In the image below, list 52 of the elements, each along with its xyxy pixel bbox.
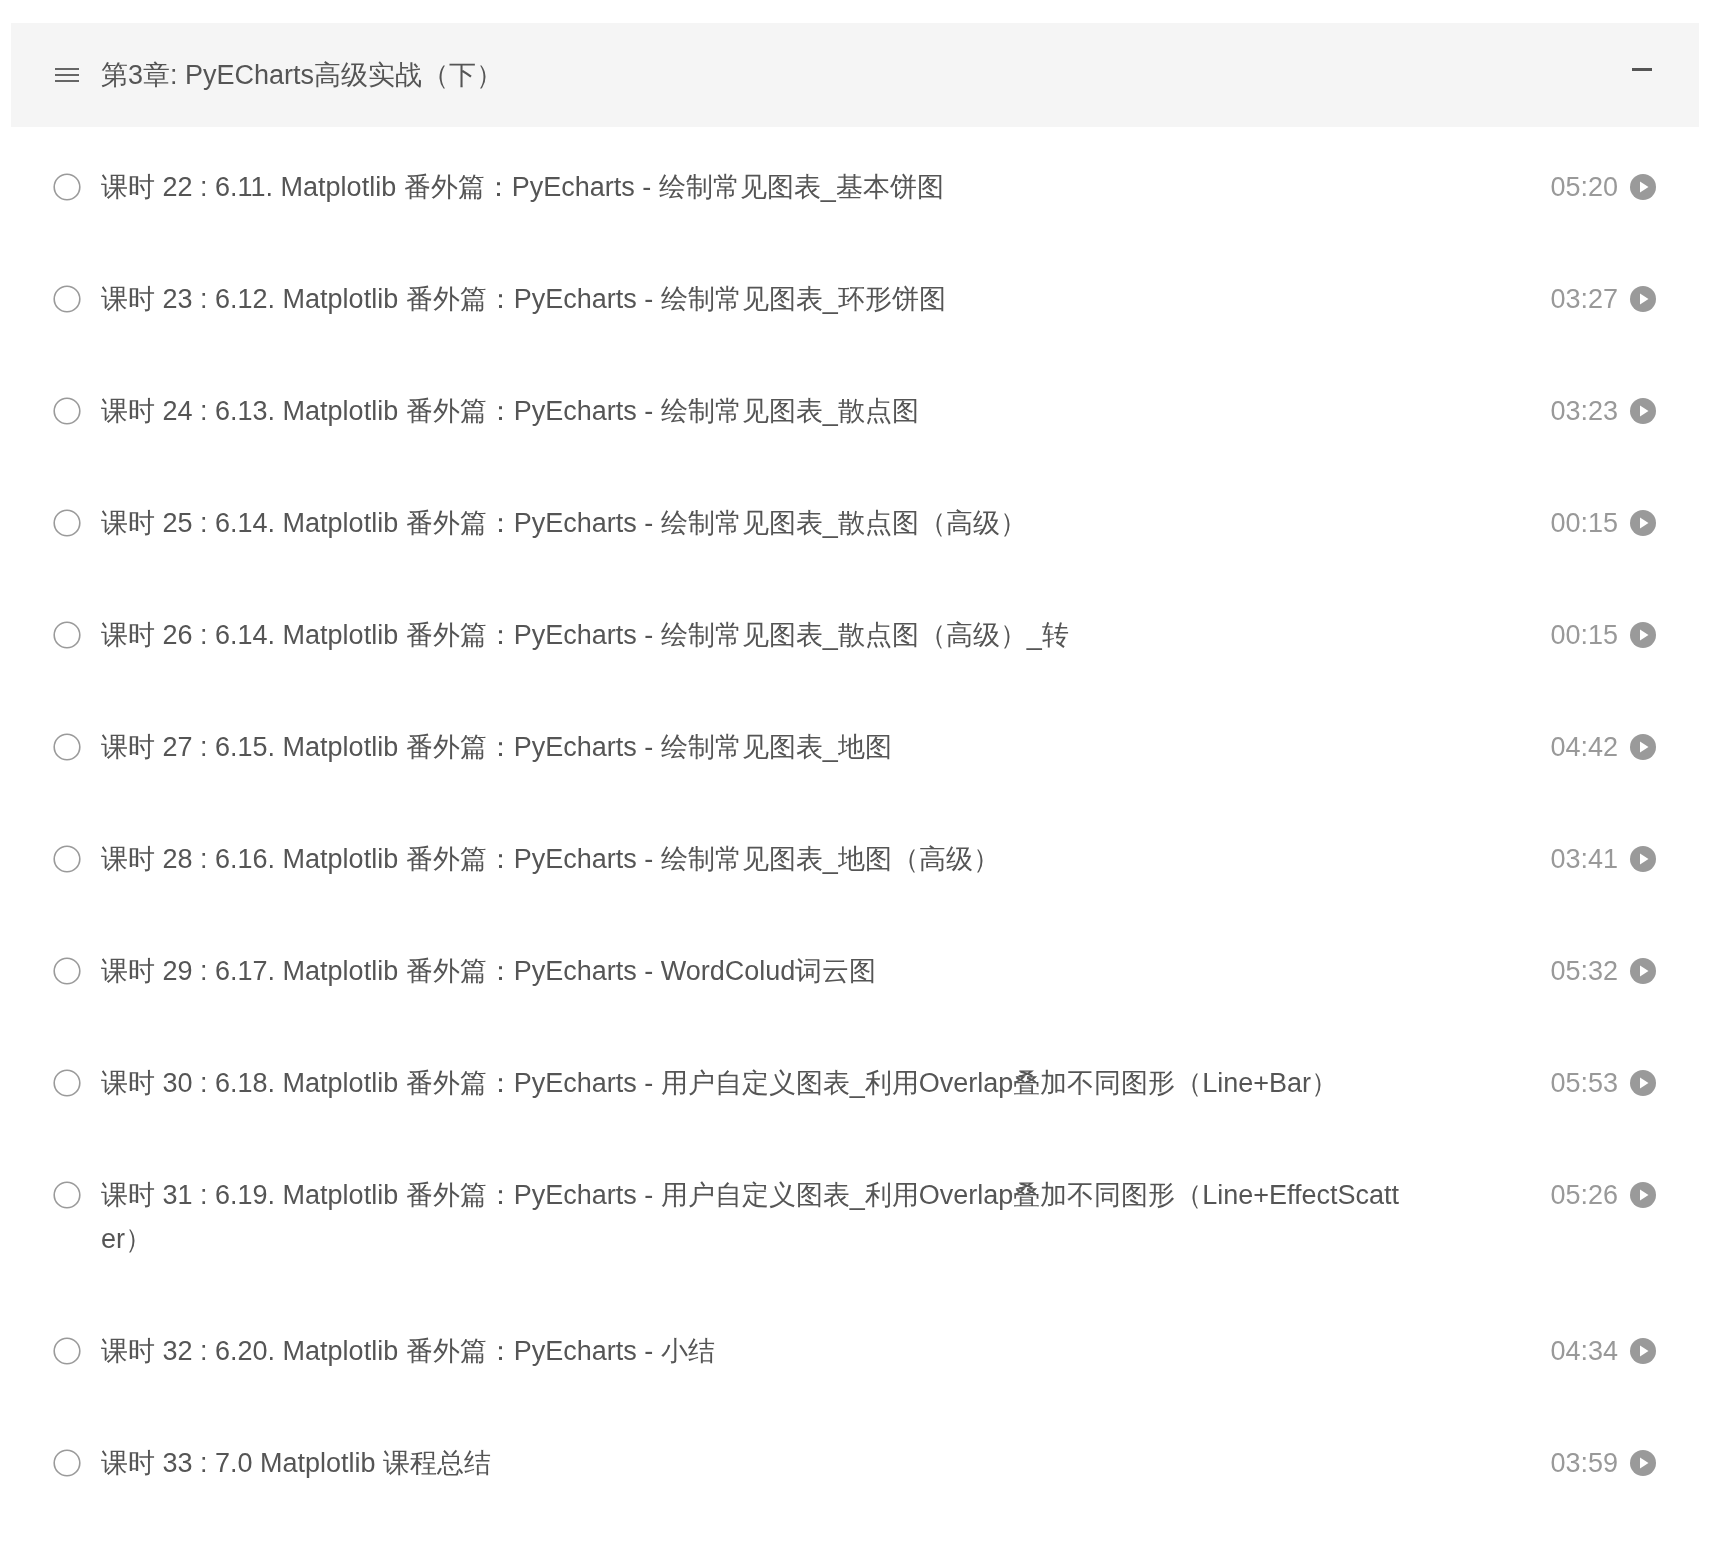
play-icon[interactable] xyxy=(1630,286,1656,312)
lesson-duration: 05:20 xyxy=(1550,171,1618,204)
lesson-duration: 03:59 xyxy=(1550,1447,1618,1480)
play-icon[interactable] xyxy=(1630,1070,1656,1096)
lesson-duration: 03:23 xyxy=(1550,395,1618,428)
play-icon[interactable] xyxy=(1630,510,1656,536)
lesson-title: 课时 28 : 6.16. Matplotlib 番外篇：PyEcharts - 绘制常见图表_地图（高级） xyxy=(101,843,1001,876)
lesson-duration: 04:34 xyxy=(1550,1335,1618,1368)
lesson-title: 课时 33 : 7.0 Matplotlib 课程总结 xyxy=(101,1447,493,1480)
lesson-title: 课时 23 : 6.12. Matplotlib 番外篇：PyEcharts - 绘制常见图表_环形饼图 xyxy=(101,283,947,316)
lesson-row[interactable]: 课时 31 : 6.19. Matplotlib 番外篇：PyEcharts - 用户自定义图表_利用Overlap叠加不同图形（Line+EffectScatter） 05:26 xyxy=(11,1139,1699,1295)
lesson-title: 课时 31 : 6.19. Matplotlib 番外篇：PyEcharts - 用户自定义图表_利用Overlap叠加不同图形（Line+EffectScatter） xyxy=(101,1179,1401,1256)
lesson-row[interactable]: 课时 24 : 6.13. Matplotlib 番外篇：PyEcharts - 绘制常见图表_散点图 03:23 xyxy=(11,355,1699,467)
chapter-header[interactable]: 第3章: PyECharts高级实战（下） xyxy=(11,23,1699,127)
play-icon[interactable] xyxy=(1630,846,1656,872)
menu-icon xyxy=(55,67,79,83)
lesson-title: 课时 25 : 6.14. Matplotlib 番外篇：PyEcharts - 绘制常见图表_散点图（高级） xyxy=(101,507,1028,540)
lesson-title: 课时 27 : 6.15. Matplotlib 番外篇：PyEcharts - 绘制常见图表_地图 xyxy=(101,731,893,764)
chapter-title: 第3章: PyECharts高级实战（下） xyxy=(101,58,504,92)
lesson-title: 课时 30 : 6.18. Matplotlib 番外篇：PyEcharts - 用户自定义图表_利用Overlap叠加不同图形（Line+Bar） xyxy=(101,1067,1340,1100)
play-icon[interactable] xyxy=(1630,958,1656,984)
lesson-duration: 04:42 xyxy=(1550,731,1618,764)
lesson-row[interactable]: 课时 28 : 6.16. Matplotlib 番外篇：PyEcharts - 绘制常见图表_地图（高级） 03:41 xyxy=(11,803,1699,915)
collapse-icon[interactable] xyxy=(1632,67,1652,71)
lesson-row[interactable]: 课时 29 : 6.17. Matplotlib 番外篇：PyEcharts - WordColud词云图 05:32 xyxy=(11,915,1699,1027)
lesson-title: 课时 29 : 6.17. Matplotlib 番外篇：PyEcharts - WordColud词云图 xyxy=(101,955,878,988)
lesson-row[interactable]: 课时 30 : 6.18. Matplotlib 番外篇：PyEcharts - 用户自定义图表_利用Overlap叠加不同图形（Line+Bar） 05:53 xyxy=(11,1027,1699,1139)
lesson-duration: 05:32 xyxy=(1550,955,1618,988)
lesson-row[interactable]: 课时 33 : 7.0 Matplotlib 课程总结 03:59 xyxy=(11,1407,1699,1519)
lesson-row[interactable]: 课时 22 : 6.11. Matplotlib 番外篇：PyEcharts - 绘制常见图表_基本饼图 05:20 xyxy=(11,131,1699,243)
play-icon[interactable] xyxy=(1630,398,1656,424)
lesson-duration: 00:15 xyxy=(1550,507,1618,540)
lesson-duration: 03:27 xyxy=(1550,283,1618,316)
lesson-row[interactable]: 课时 27 : 6.15. Matplotlib 番外篇：PyEcharts - 绘制常见图表_地图 04:42 xyxy=(11,691,1699,803)
play-icon[interactable] xyxy=(1630,1338,1656,1364)
lesson-row[interactable]: 课时 23 : 6.12. Matplotlib 番外篇：PyEcharts - 绘制常见图表_环形饼图 03:27 xyxy=(11,243,1699,355)
lesson-row[interactable]: 课时 25 : 6.14. Matplotlib 番外篇：PyEcharts - 绘制常见图表_散点图（高级） 00:15 xyxy=(11,467,1699,579)
lesson-duration: 05:26 xyxy=(1550,1179,1618,1212)
lesson-duration: 05:53 xyxy=(1550,1067,1618,1100)
play-icon[interactable] xyxy=(1630,734,1656,760)
lesson-title: 课时 24 : 6.13. Matplotlib 番外篇：PyEcharts - 绘制常见图表_散点图 xyxy=(101,395,920,428)
play-icon[interactable] xyxy=(1630,622,1656,648)
play-icon[interactable] xyxy=(1630,174,1656,200)
lesson-row[interactable]: 课时 32 : 6.20. Matplotlib 番外篇：PyEcharts - 小结 04:34 xyxy=(11,1295,1699,1407)
lesson-title: 课时 26 : 6.14. Matplotlib 番外篇：PyEcharts - 绘制常见图表_散点图（高级）_转 xyxy=(101,619,1070,652)
lesson-duration: 00:15 xyxy=(1550,619,1618,652)
lesson-title: 课时 32 : 6.20. Matplotlib 番外篇：PyEcharts - 小结 xyxy=(101,1335,716,1368)
play-icon[interactable] xyxy=(1630,1450,1656,1476)
lesson-title: 课时 22 : 6.11. Matplotlib 番外篇：PyEcharts - 绘制常见图表_基本饼图 xyxy=(101,171,945,204)
play-icon[interactable] xyxy=(1630,1182,1656,1208)
lesson-row[interactable]: 课时 26 : 6.14. Matplotlib 番外篇：PyEcharts - 绘制常见图表_散点图（高级）_转 00:15 xyxy=(11,579,1699,691)
lesson-duration: 03:41 xyxy=(1550,843,1618,876)
